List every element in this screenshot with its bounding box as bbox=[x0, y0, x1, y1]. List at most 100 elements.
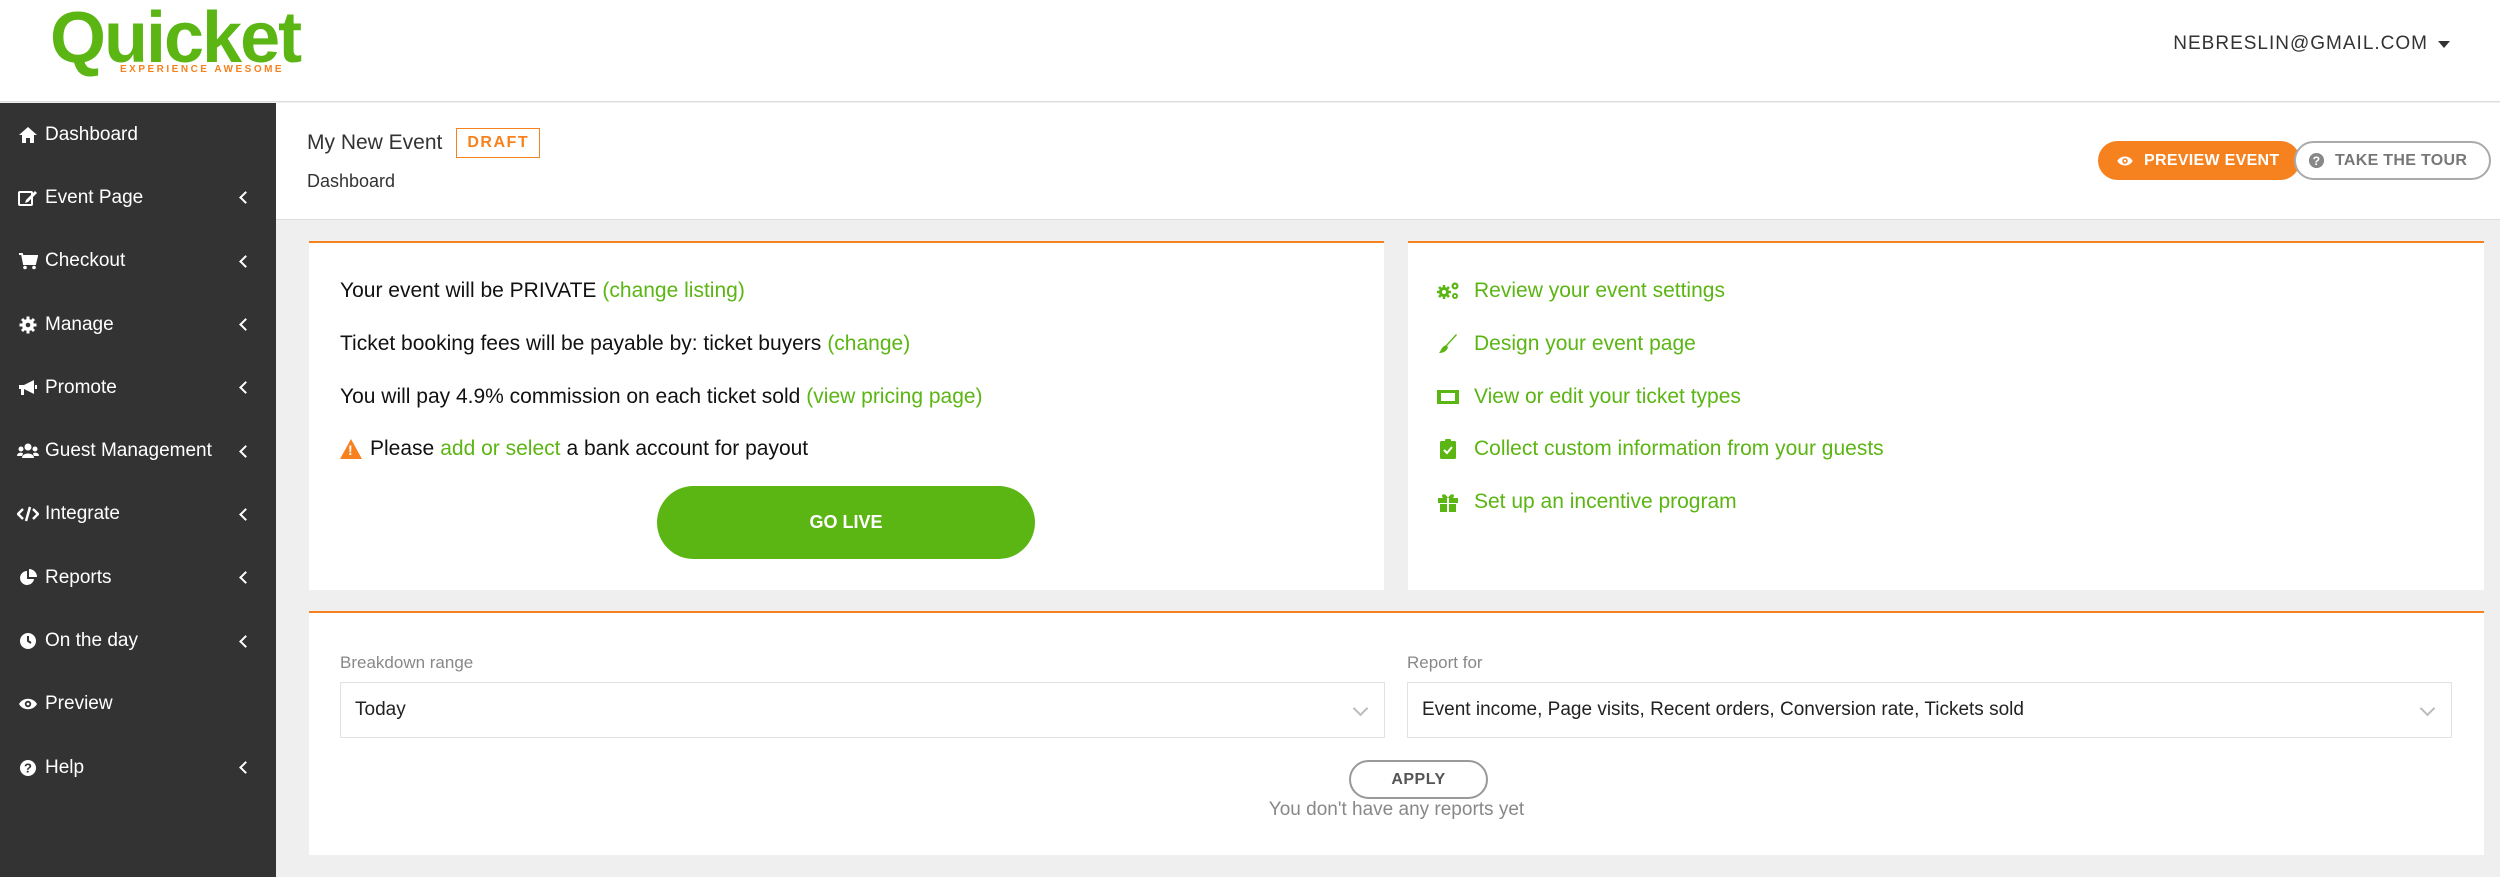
sidebar-item-promote[interactable]: Promote bbox=[0, 356, 276, 419]
chevron-left-icon bbox=[239, 191, 252, 205]
quicket-logo[interactable]: Quicket EXPERIENCE AWESOME bbox=[48, 2, 302, 82]
ticket-icon bbox=[1436, 386, 1460, 408]
design-page-link[interactable]: Design your event page bbox=[1436, 332, 1696, 356]
breadcrumb: Dashboard bbox=[307, 171, 396, 191]
review-settings-link[interactable]: Review your event settings bbox=[1436, 279, 1725, 303]
preview-event-label: PREVIEW EVENT bbox=[2144, 151, 2280, 169]
action-label: Design your event page bbox=[1474, 332, 1696, 355]
sidebar-item-label: Manage bbox=[45, 313, 114, 335]
fees-text: Ticket booking fees will be payable by: … bbox=[340, 332, 822, 355]
gear-icon bbox=[17, 315, 39, 335]
sidebar-item-integrate[interactable]: Integrate bbox=[0, 483, 276, 546]
chevron-left-icon bbox=[239, 254, 252, 268]
sidebar-item-label: Checkout bbox=[45, 250, 126, 272]
listing-text: Your event will be PRIVATE bbox=[340, 279, 597, 302]
megaphone-icon bbox=[17, 378, 39, 398]
report-for-label: Report for bbox=[1407, 653, 1483, 672]
add-bank-account-link[interactable]: add or select bbox=[440, 437, 560, 461]
clipboard-check-icon bbox=[1436, 438, 1460, 460]
sidebar-item-on-the-day[interactable]: On the day bbox=[0, 609, 276, 672]
sidebar-item-label: Help bbox=[45, 756, 85, 778]
action-label: Review your event settings bbox=[1474, 279, 1725, 302]
report-for-select[interactable]: Event income, Page visits, Recent orders… bbox=[1407, 682, 2452, 738]
view-pricing-link[interactable]: (view pricing page) bbox=[806, 385, 982, 409]
breakdown-range-select[interactable]: Today bbox=[340, 682, 1385, 738]
sidebar-item-reports[interactable]: Reports bbox=[0, 546, 276, 609]
svg-text:?: ? bbox=[2313, 154, 2321, 168]
custom-info-link[interactable]: Collect custom information from your gue… bbox=[1436, 437, 1884, 461]
report-for-value: Event income, Page visits, Recent orders… bbox=[1422, 699, 2024, 720]
sidebar-item-label: Dashboard bbox=[45, 123, 138, 145]
commission-line: You will pay 4.9% commission on each tic… bbox=[340, 385, 983, 409]
sidebar-item-label: On the day bbox=[45, 630, 138, 652]
sidebar-item-event-page[interactable]: Event Page bbox=[0, 166, 276, 229]
ticket-types-link[interactable]: View or edit your ticket types bbox=[1436, 385, 1741, 409]
commission-text: You will pay 4.9% commission on each tic… bbox=[340, 385, 801, 408]
chevron-left-icon bbox=[239, 444, 252, 458]
caret-down-icon bbox=[2438, 40, 2450, 48]
reports-card: Breakdown range Today Report for Event i… bbox=[309, 611, 2484, 855]
users-icon bbox=[17, 441, 39, 461]
sidebar-item-dashboard[interactable]: Dashboard bbox=[0, 103, 276, 166]
change-listing-link[interactable]: (change listing) bbox=[602, 279, 744, 303]
change-fees-link[interactable]: (change) bbox=[827, 332, 910, 356]
sidebar-item-manage[interactable]: Manage bbox=[0, 293, 276, 356]
event-title-row: My New Event DRAFT bbox=[307, 128, 541, 158]
chevron-left-icon bbox=[239, 318, 252, 331]
sidebar-item-help[interactable]: ? Help bbox=[0, 736, 276, 799]
gears-icon bbox=[1436, 280, 1460, 302]
action-label: Set up an incentive program bbox=[1474, 490, 1737, 513]
page-header: My New Event DRAFT Dashboard PREVIEW EVE… bbox=[276, 103, 2500, 220]
chevron-left-icon bbox=[239, 571, 252, 585]
sidebar-item-label: Reports bbox=[45, 566, 112, 588]
bank-text-before: Please bbox=[370, 437, 435, 460]
bank-text-after: a bank account for payout bbox=[566, 437, 809, 460]
event-status-card: Your event will be PRIVATE (change listi… bbox=[309, 241, 1384, 590]
quick-actions-card: Review your event settings Design your e… bbox=[1408, 241, 2484, 590]
logo-tagline: EXPERIENCE AWESOME bbox=[120, 64, 285, 75]
question-icon: ? bbox=[17, 758, 39, 778]
breakdown-range-label: Breakdown range bbox=[340, 653, 474, 672]
fees-line: Ticket booking fees will be payable by: … bbox=[340, 332, 910, 356]
pie-chart-icon bbox=[17, 568, 39, 588]
action-label: Collect custom information from your gue… bbox=[1474, 437, 1884, 460]
listing-line: Your event will be PRIVATE (change listi… bbox=[340, 279, 745, 303]
chevron-left-icon bbox=[239, 634, 252, 648]
eye-icon bbox=[17, 694, 39, 714]
sidebar-item-preview[interactable]: Preview bbox=[0, 673, 276, 736]
bank-account-line: Please add or select a bank account for … bbox=[340, 437, 808, 461]
event-name: My New Event bbox=[307, 131, 443, 154]
sidebar-item-checkout[interactable]: Checkout bbox=[0, 230, 276, 293]
sidebar-item-label: Promote bbox=[45, 376, 117, 398]
chevron-left-icon bbox=[239, 761, 252, 774]
user-email: NEBRESLIN@GMAIL.COM bbox=[2173, 33, 2428, 54]
svg-text:?: ? bbox=[24, 760, 32, 775]
code-icon bbox=[17, 504, 39, 524]
home-icon bbox=[17, 125, 39, 145]
take-tour-label: TAKE THE TOUR bbox=[2335, 151, 2468, 169]
chevron-down-icon bbox=[1352, 700, 1369, 717]
eye-icon bbox=[2117, 156, 2133, 165]
preview-event-button[interactable]: PREVIEW EVENT bbox=[2098, 141, 2301, 180]
sidebar-item-label: Guest Management bbox=[45, 440, 212, 462]
warning-icon bbox=[340, 439, 362, 459]
paintbrush-icon bbox=[1436, 333, 1460, 355]
chevron-down-icon bbox=[2419, 700, 2436, 717]
gift-icon bbox=[1436, 491, 1460, 513]
chevron-left-icon bbox=[239, 508, 252, 521]
action-label: View or edit your ticket types bbox=[1474, 385, 1741, 408]
question-icon: ? bbox=[2308, 152, 2325, 169]
empty-reports-message: You don't have any reports yet bbox=[1268, 799, 1525, 820]
go-live-button[interactable]: GO LIVE bbox=[657, 486, 1035, 559]
sidebar-item-guest-management[interactable]: Guest Management bbox=[0, 419, 276, 482]
sidebar-item-label: Integrate bbox=[45, 503, 120, 525]
top-bar: Quicket EXPERIENCE AWESOME NEBRESLIN@GMA… bbox=[0, 0, 2500, 102]
breakdown-range-value: Today bbox=[355, 699, 406, 720]
edit-icon bbox=[17, 188, 39, 208]
take-tour-button[interactable]: ? TAKE THE TOUR bbox=[2294, 141, 2492, 180]
apply-button[interactable]: APPLY bbox=[1349, 760, 1488, 799]
incentive-program-link[interactable]: Set up an incentive program bbox=[1436, 490, 1737, 514]
user-account-menu[interactable]: NEBRESLIN@GMAIL.COM bbox=[2173, 33, 2450, 55]
cart-icon bbox=[17, 251, 39, 271]
sidebar-item-label: Preview bbox=[45, 693, 113, 715]
